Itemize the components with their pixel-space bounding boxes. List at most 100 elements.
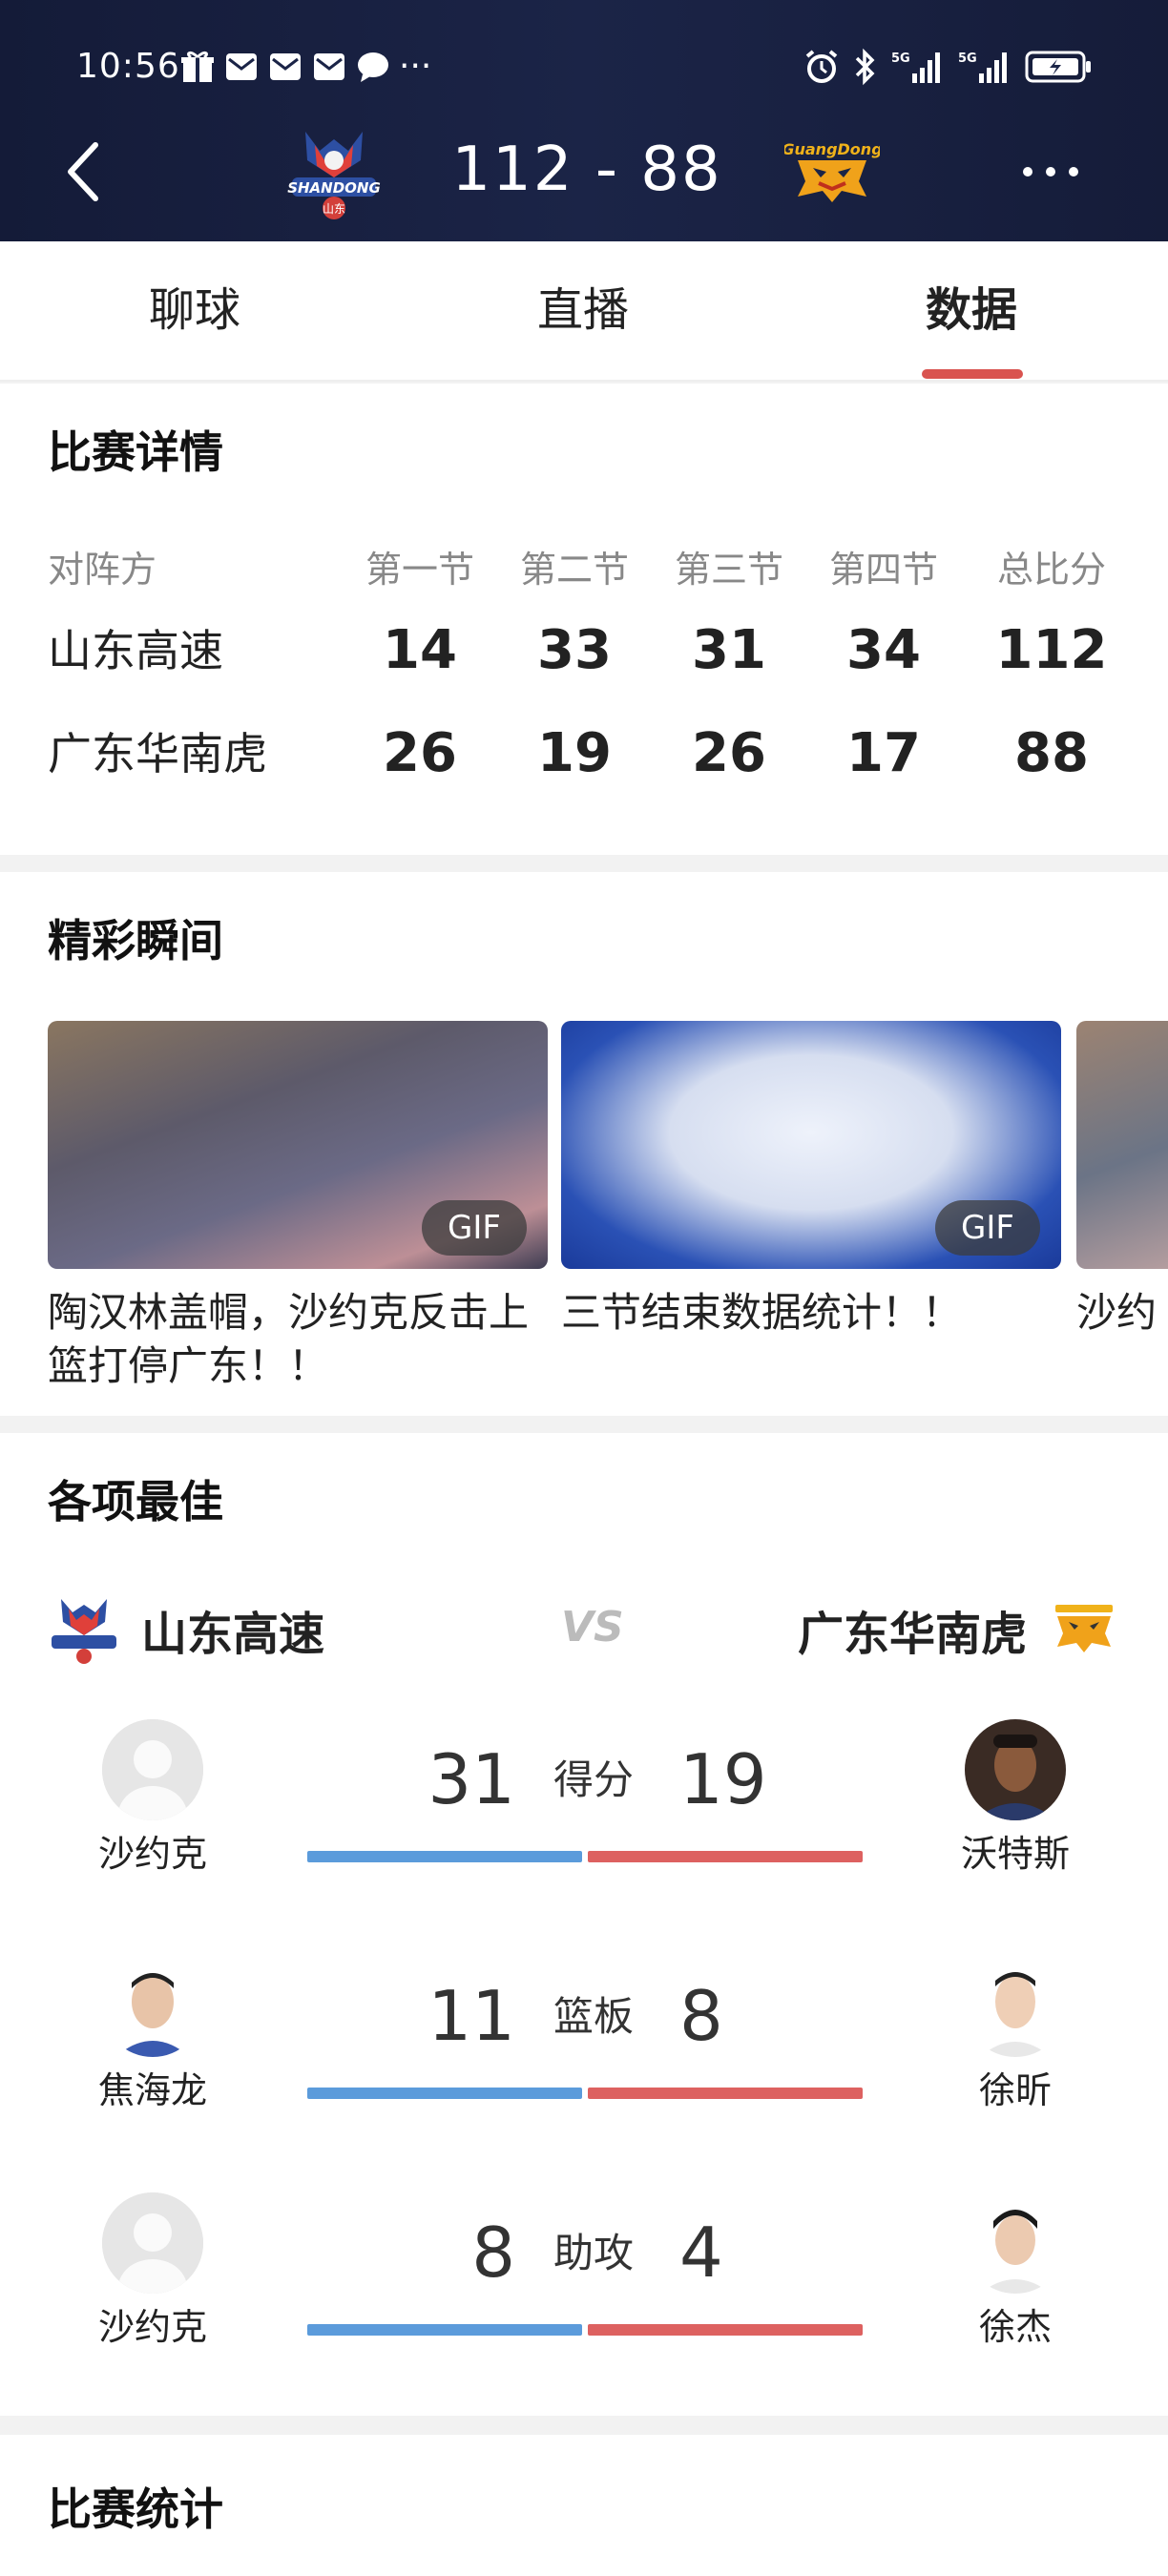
gift-icon bbox=[181, 51, 214, 82]
svg-text:5G: 5G bbox=[891, 52, 910, 66]
stat-label: 篮板 bbox=[553, 1993, 634, 2040]
stat-row-rebounds: 焦海龙 11 篮板 8 徐昕 bbox=[0, 1956, 1168, 2166]
away-player[interactable]: 沃特斯 bbox=[949, 1719, 1082, 1878]
away-player[interactable]: 徐杰 bbox=[949, 2192, 1082, 2351]
tab-live[interactable]: 直播 bbox=[478, 272, 688, 348]
header-cell: 第四节 bbox=[828, 549, 938, 591]
highlight-caption[interactable]: 陶汉林盖帽，沙约克反击上篮打停广东！！ bbox=[48, 1286, 548, 1393]
guangdong-logo-icon bbox=[1055, 1605, 1113, 1652]
highlight-item[interactable]: 沙约 bbox=[1076, 1021, 1168, 1340]
highlight-item[interactable]: GIF 陶汉林盖帽，沙约克反击上篮打停广东！！ bbox=[48, 1021, 548, 1393]
active-tab-indicator bbox=[922, 369, 1023, 379]
gif-badge: GIF bbox=[422, 1200, 527, 1256]
dot-icon bbox=[1046, 167, 1055, 177]
quarter-score: 26 bbox=[692, 722, 766, 784]
away-stat-value: 4 bbox=[679, 2212, 723, 2293]
home-player[interactable]: 沙约克 bbox=[86, 1719, 219, 1878]
total-score: 88 bbox=[1014, 722, 1089, 784]
home-player[interactable]: 焦海龙 bbox=[86, 1956, 219, 2114]
shandong-logo-icon: SHANDONG 山东 bbox=[287, 132, 381, 219]
highlight-thumbnail[interactable]: GIF bbox=[561, 1021, 1061, 1269]
player-photo-icon bbox=[965, 1956, 1066, 2057]
match-details-card: 比赛详情 对阵方 第一节 第二节 第三节 第四节 总比分 山东高速 14 33 … bbox=[0, 384, 1168, 855]
quarter-score: 34 bbox=[846, 619, 921, 681]
highlight-thumbnail[interactable] bbox=[1076, 1021, 1168, 1269]
header-cell: 对阵方 bbox=[48, 549, 157, 591]
section-title: 各项最佳 bbox=[48, 1476, 223, 1527]
more-options-button[interactable] bbox=[1017, 153, 1084, 191]
mail-icon bbox=[270, 53, 301, 80]
quarter-score: 14 bbox=[383, 619, 457, 681]
highlight-caption[interactable]: 沙约 bbox=[1076, 1286, 1168, 1340]
section-title: 比赛统计 bbox=[48, 2483, 223, 2535]
stat-label: 助攻 bbox=[553, 2230, 634, 2276]
tab-chat[interactable]: 聊球 bbox=[90, 272, 300, 348]
avatar bbox=[965, 2192, 1066, 2294]
svg-text:5G: 5G bbox=[958, 52, 977, 66]
home-team-name: 山东高速 bbox=[141, 1608, 325, 1661]
table-row: 广东华南虎 26 19 26 17 88 bbox=[0, 716, 1168, 792]
shandong-logo-icon bbox=[52, 1599, 116, 1664]
gif-badge: GIF bbox=[935, 1200, 1040, 1256]
away-player[interactable]: 徐昕 bbox=[949, 1956, 1082, 2114]
total-score: 112 bbox=[995, 619, 1108, 681]
highlight-thumbnail[interactable]: GIF bbox=[48, 1021, 548, 1269]
mail-icon bbox=[226, 53, 257, 80]
away-stat-bar bbox=[588, 2324, 863, 2336]
quarter-score: 17 bbox=[846, 722, 921, 784]
player-name: 徐昕 bbox=[978, 2069, 1052, 2111]
back-arrow-icon[interactable] bbox=[59, 134, 107, 210]
guangdong-logo-icon: GuangDong bbox=[784, 140, 880, 202]
player-photo-icon bbox=[102, 1956, 203, 2057]
battery-icon bbox=[1025, 51, 1091, 83]
home-team-header: 山东高速 bbox=[48, 1593, 324, 1666]
system-icons: 5G 5G bbox=[803, 48, 1092, 86]
home-stat-value: 8 bbox=[471, 2212, 515, 2293]
dot-icon bbox=[1023, 167, 1032, 177]
player-photo-icon bbox=[965, 2192, 1066, 2294]
bluetooth-icon bbox=[855, 48, 875, 86]
avatar bbox=[965, 1719, 1066, 1820]
home-logo-sub: 山东 bbox=[323, 202, 345, 216]
home-player[interactable]: 沙约克 bbox=[86, 2192, 219, 2351]
away-stat-bar bbox=[588, 2088, 863, 2099]
team-name: 山东高速 bbox=[48, 625, 223, 676]
header-cell: 总比分 bbox=[996, 549, 1106, 591]
avatar bbox=[102, 2192, 203, 2294]
player-name: 徐杰 bbox=[978, 2306, 1052, 2348]
placeholder-avatar-icon bbox=[102, 1719, 203, 1820]
best-performers-card: 各项最佳 山东高速 VS 广东华南虎 沙约克 31 得分 19 沃特斯 焦海龙 … bbox=[0, 1433, 1168, 2416]
highlight-caption[interactable]: 三节结束数据统计！！ bbox=[561, 1286, 1061, 1340]
player-name: 沙约克 bbox=[97, 1833, 207, 1875]
header-cell: 第二节 bbox=[519, 549, 629, 591]
player-name: 沃特斯 bbox=[960, 1833, 1070, 1875]
avatar bbox=[102, 1956, 203, 2057]
header-cell: 第三节 bbox=[674, 549, 783, 591]
tab-data[interactable]: 数据 bbox=[866, 272, 1076, 348]
vs-label: VS bbox=[561, 1603, 624, 1652]
home-stat-bar bbox=[307, 1851, 582, 1862]
highlight-item[interactable]: GIF 三节结束数据统计！！ bbox=[561, 1021, 1061, 1340]
status-time: 10:56 bbox=[76, 47, 180, 86]
player-name: 焦海龙 bbox=[97, 2069, 207, 2111]
away-logo-text: GuangDong bbox=[784, 140, 880, 158]
alarm-icon bbox=[805, 50, 838, 83]
player-name: 沙约克 bbox=[97, 2306, 207, 2348]
header-cell: 第一节 bbox=[365, 549, 474, 591]
mail-icon bbox=[314, 53, 344, 80]
game-header: 10:56 ··· 5G 5G SHANDONG 山东 112 - 88 Gua… bbox=[0, 0, 1168, 241]
notification-icons: ··· bbox=[179, 50, 431, 84]
team-name: 广东华南虎 bbox=[48, 728, 267, 779]
quarter-score: 19 bbox=[537, 722, 612, 784]
table-row: 山东高速 14 33 31 34 112 bbox=[0, 613, 1168, 689]
away-stat-value: 8 bbox=[679, 1976, 723, 2056]
home-stat-value: 31 bbox=[428, 1739, 515, 1819]
quarter-score: 26 bbox=[383, 722, 457, 784]
avatar bbox=[102, 1719, 203, 1820]
away-stat-value: 19 bbox=[679, 1739, 767, 1819]
stat-label: 得分 bbox=[553, 1756, 634, 1803]
more-dots-icon: ··· bbox=[399, 47, 432, 86]
dot-icon bbox=[1069, 167, 1078, 177]
highlights-card: 精彩瞬间 GIF 陶汉林盖帽，沙约克反击上篮打停广东！！ GIF 三节结束数据统… bbox=[0, 872, 1168, 1416]
tab-bar: 聊球 直播 数据 bbox=[0, 241, 1168, 382]
